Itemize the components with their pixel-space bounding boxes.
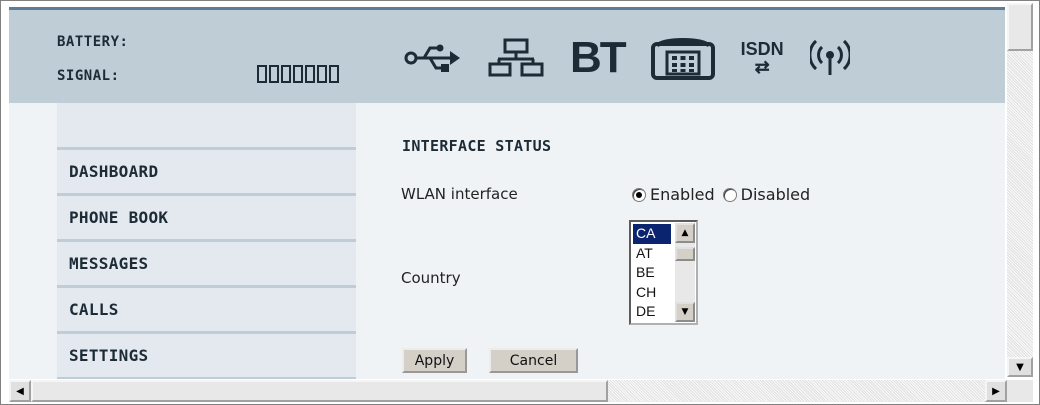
signal-label: SIGNAL:: [57, 68, 120, 84]
country-options: CA AT BE CH DE: [633, 224, 671, 322]
country-option[interactable]: AT: [633, 244, 671, 264]
apply-button[interactable]: Apply: [402, 348, 467, 373]
wlan-enabled-radio[interactable]: [632, 187, 646, 202]
wlan-interface-label: WLAN interface: [401, 185, 518, 203]
isdn-arrows-icon: ⇄: [754, 57, 770, 77]
country-option[interactable]: CH: [633, 283, 671, 303]
signal-bar: [317, 65, 327, 83]
isdn-text: ISDN: [740, 39, 784, 59]
country-listbox[interactable]: CA AT BE CH DE ▲ ▼: [629, 220, 698, 325]
scroll-down-icon[interactable]: ▼: [675, 302, 695, 322]
usb-icon: [404, 41, 462, 75]
country-option[interactable]: CA: [633, 224, 671, 244]
isdn-icon: ISDN ⇄: [741, 40, 784, 76]
scroll-down-arrow-icon[interactable]: ▼: [1007, 357, 1033, 377]
browser-viewport: BATTERY: SIGNAL: BT ISDN ⇄ DASHBOARD PHO…: [0, 0, 1040, 405]
signal-bar: [293, 65, 303, 83]
scroll-left-arrow-icon[interactable]: ◀: [9, 380, 31, 402]
bluetooth-text: BT: [570, 33, 627, 82]
scrollbar-corner: [1007, 380, 1033, 402]
sidebar-item-dashboard[interactable]: DASHBOARD: [57, 150, 356, 196]
wlan-disabled-radio[interactable]: [722, 187, 737, 202]
horizontal-scroll-thumb[interactable]: [31, 380, 608, 402]
battery-label: BATTERY:: [57, 34, 129, 50]
sidebar-spacer: [57, 103, 356, 150]
country-option[interactable]: BE: [633, 263, 671, 283]
scroll-right-arrow-icon[interactable]: ▶: [985, 380, 1007, 402]
sidebar-item-settings[interactable]: SETTINGS: [57, 334, 356, 379]
country-option[interactable]: DE: [633, 302, 671, 322]
main-panel: INTERFACE STATUS WLAN interface Enabled …: [356, 103, 1005, 379]
vertical-scroll-thumb[interactable]: [1007, 3, 1033, 51]
signal-bar: [269, 65, 279, 83]
lan-icon: [488, 38, 544, 78]
signal-strength-indicator: [257, 65, 339, 83]
wlan-radio-group: Enabled Disabled: [632, 185, 810, 204]
signal-bar: [305, 65, 315, 83]
signal-bar: [281, 65, 291, 83]
country-label: Country: [401, 269, 461, 287]
scroll-up-icon[interactable]: ▲: [675, 223, 695, 243]
section-title: INTERFACE STATUS: [402, 137, 552, 155]
phone-icon: [650, 36, 715, 80]
wlan-disabled-label[interactable]: Disabled: [741, 185, 811, 204]
status-header: BATTERY: SIGNAL: BT ISDN ⇄: [9, 10, 1005, 103]
sidebar-item-calls[interactable]: CALLS: [57, 288, 356, 334]
signal-bar: [257, 65, 267, 83]
wlan-icon: [809, 38, 850, 78]
sidebar-item-phone-book[interactable]: PHONE BOOK: [57, 196, 356, 242]
interface-icons: BT ISDN ⇄: [404, 32, 850, 84]
cancel-button[interactable]: Cancel: [489, 348, 578, 373]
vertical-scrollbar[interactable]: ▼: [1007, 3, 1033, 377]
country-listbox-scrollbar[interactable]: ▲ ▼: [675, 223, 695, 322]
wlan-enabled-label[interactable]: Enabled: [650, 185, 715, 204]
sidebar-nav: DASHBOARD PHONE BOOK MESSAGES CALLS SETT…: [57, 103, 356, 379]
page-content: BATTERY: SIGNAL: BT ISDN ⇄ DASHBOARD PHO…: [9, 7, 1005, 379]
horizontal-scrollbar[interactable]: ◀ ▶: [9, 380, 1007, 402]
signal-bar: [329, 65, 339, 83]
bluetooth-icon: BT: [570, 33, 627, 82]
sidebar-item-messages[interactable]: MESSAGES: [57, 242, 356, 288]
scroll-thumb[interactable]: [675, 247, 695, 261]
